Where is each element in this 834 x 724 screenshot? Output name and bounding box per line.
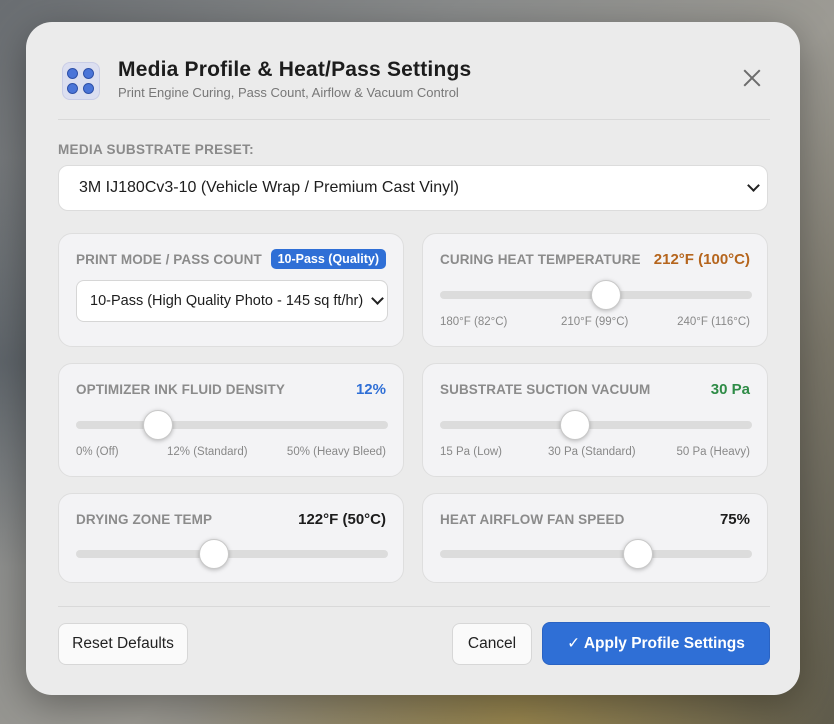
- airflow-slider[interactable]: [440, 539, 752, 569]
- ink-density-value: 12%: [355, 381, 386, 398]
- curing-heat-tick-mid: 210°F (99°C): [561, 316, 629, 328]
- ink-density-tick-mid: 12% (Standard): [167, 446, 248, 458]
- drying-zone-label: DRYING ZONE TEMP: [76, 512, 213, 527]
- curing-heat-slider-thumb[interactable]: [591, 280, 622, 310]
- header-divider: [58, 119, 770, 120]
- preset-selected-value: 3M IJ180Cv3-10 (Vehicle Wrap / Premium C…: [79, 179, 459, 196]
- chevron-down-icon: [371, 293, 385, 307]
- vacuum-slider[interactable]: [440, 410, 752, 440]
- reset-defaults-button[interactable]: Reset Defaults: [58, 623, 188, 665]
- airflow-value: 75%: [719, 511, 750, 528]
- vacuum-tick-max: 50 Pa (Heavy): [676, 446, 750, 458]
- airflow-label: HEAT AIRFLOW FAN SPEED: [440, 512, 625, 527]
- drying-zone-card: DRYING ZONE TEMP 122°F (50°C): [58, 493, 404, 583]
- vacuum-value: 30 Pa: [710, 381, 750, 398]
- airflow-card: HEAT AIRFLOW FAN SPEED 75%: [422, 493, 768, 583]
- drying-zone-slider-thumb[interactable]: [199, 539, 230, 569]
- media-profile-dialog: Media Profile & Heat/Pass Settings Print…: [26, 22, 800, 695]
- dialog-title: Media Profile & Heat/Pass Settings: [118, 58, 472, 81]
- dialog-subtitle: Print Engine Curing, Pass Count, Airflow…: [118, 85, 459, 100]
- vacuum-card: SUBSTRATE SUCTION VACUUM 30 Pa 15 Pa (Lo…: [422, 363, 768, 477]
- curing-heat-card: CURING HEAT TEMPERATURE 212°F (100°C) 18…: [422, 233, 768, 347]
- preset-select[interactable]: 3M IJ180Cv3-10 (Vehicle Wrap / Premium C…: [58, 165, 768, 211]
- curing-heat-slider[interactable]: [440, 280, 752, 310]
- curing-heat-label: CURING HEAT TEMPERATURE: [440, 252, 641, 267]
- vacuum-tick-mid: 30 Pa (Standard): [548, 446, 636, 458]
- print-mode-selected-value: 10-Pass (High Quality Photo - 145 sq ft/…: [90, 293, 364, 309]
- chevron-down-icon: [747, 180, 761, 194]
- drying-zone-slider[interactable]: [76, 539, 388, 569]
- print-mode-card: PRINT MODE / PASS COUNT 10-Pass (Quality…: [58, 233, 404, 347]
- pass-count-badge: 10-Pass (Quality): [270, 249, 386, 269]
- vacuum-label: SUBSTRATE SUCTION VACUUM: [440, 382, 651, 397]
- ink-density-slider[interactable]: [76, 410, 388, 440]
- ink-density-slider-thumb[interactable]: [143, 410, 174, 440]
- ink-density-card: OPTIMIZER INK FLUID DENSITY 12% 0% (Off)…: [58, 363, 404, 477]
- apply-profile-button[interactable]: ✓ Apply Profile Settings: [542, 622, 770, 665]
- curing-heat-tick-max: 240°F (116°C): [677, 316, 750, 328]
- curing-heat-value: 212°F (100°C): [653, 251, 750, 268]
- ink-density-label: OPTIMIZER INK FLUID DENSITY: [76, 382, 285, 397]
- ink-density-tick-max: 50% (Heavy Bleed): [286, 446, 386, 458]
- close-icon[interactable]: [740, 66, 764, 90]
- preset-label: MEDIA SUBSTRATE PRESET:: [58, 142, 254, 157]
- drying-zone-value: 122°F (50°C): [298, 511, 386, 528]
- footer-divider: [58, 606, 770, 607]
- airflow-slider-thumb[interactable]: [622, 539, 653, 569]
- print-mode-label: PRINT MODE / PASS COUNT: [76, 252, 262, 267]
- media-settings-icon: [62, 62, 100, 100]
- print-mode-select[interactable]: 10-Pass (High Quality Photo - 145 sq ft/…: [76, 280, 388, 322]
- curing-heat-tick-min: 180°F (82°C): [440, 316, 508, 328]
- ink-density-tick-min: 0% (Off): [76, 446, 119, 458]
- vacuum-slider-thumb[interactable]: [560, 410, 591, 440]
- cancel-button[interactable]: Cancel: [452, 623, 532, 665]
- vacuum-tick-min: 15 Pa (Low): [440, 446, 503, 458]
